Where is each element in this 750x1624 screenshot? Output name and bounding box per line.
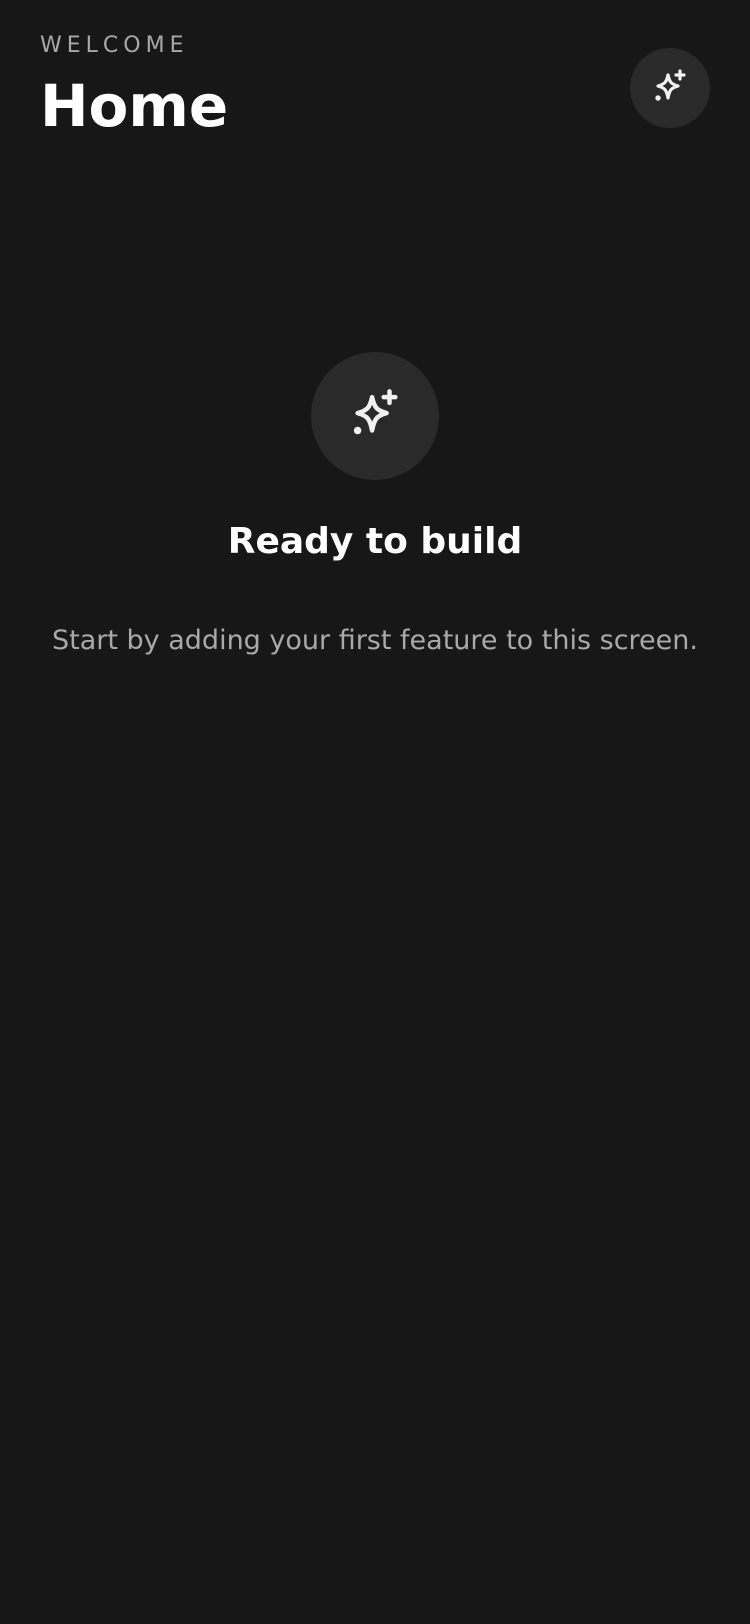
empty-state-title: Ready to build [227, 521, 523, 562]
empty-state-icon-circle [311, 352, 439, 480]
sparkle-plus-icon [650, 68, 690, 108]
page-header: WELCOME Home [40, 30, 710, 150]
sparkle-action-button[interactable] [630, 48, 710, 128]
empty-state-description: Start by adding your first feature to th… [52, 624, 698, 656]
home-screen: WELCOME Home Ready to build Start by add… [0, 0, 750, 1624]
page-title: Home [40, 72, 229, 140]
sparkle-plus-icon [346, 387, 404, 445]
welcome-label: WELCOME [40, 33, 189, 58]
empty-state: Ready to build Start by adding your firs… [40, 352, 710, 660]
